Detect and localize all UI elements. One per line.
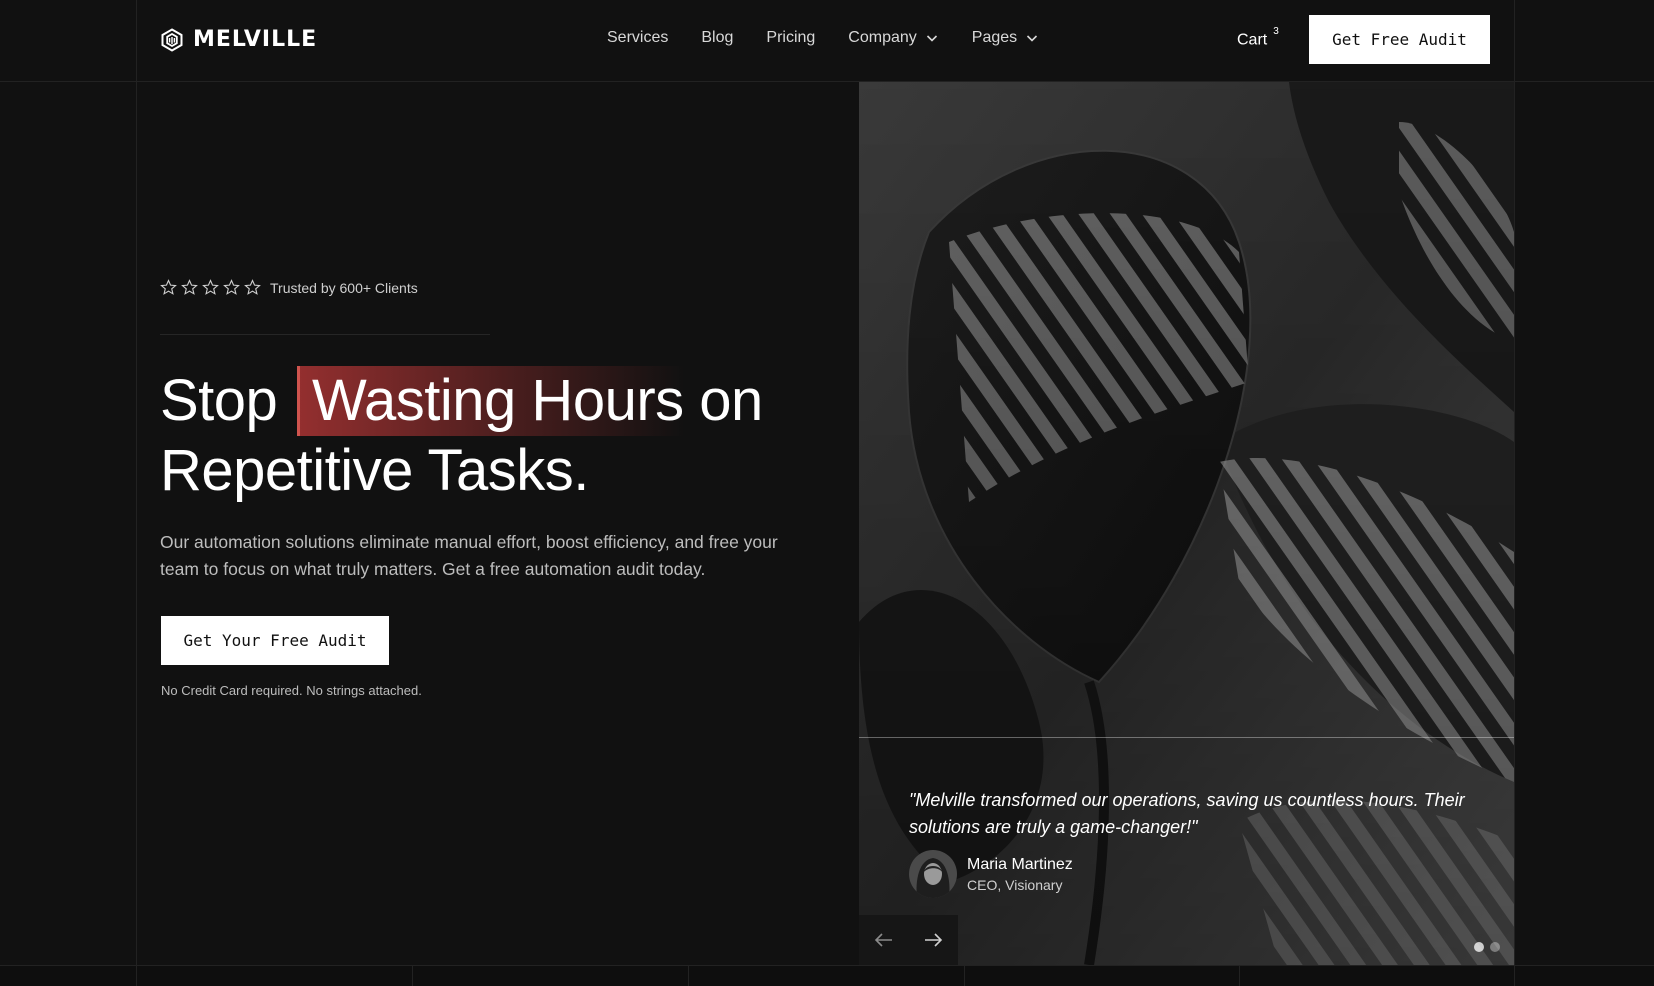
site-header: MELVILLE Services Blog Pricing Company P…	[136, 0, 1514, 81]
nav-item-label: Services	[607, 29, 669, 46]
get-free-audit-button[interactable]: Get Free Audit	[1309, 15, 1490, 64]
nav-item-blog[interactable]: Blog	[701, 29, 733, 47]
carousel-prev-button[interactable]	[859, 915, 909, 965]
nav-item-pages[interactable]: Pages	[972, 29, 1039, 47]
carousel-next-button[interactable]	[909, 915, 959, 965]
carousel-dot[interactable]	[1474, 942, 1484, 952]
nav-item-label: Blog	[701, 29, 734, 46]
testimonial-author: Maria Martinez CEO, Visionary	[909, 850, 1073, 898]
hero-subtext: Our automation solutions eliminate manua…	[160, 532, 778, 579]
main-nav: Services Blog Pricing Company Pages	[607, 29, 1039, 47]
footer-strip-divider	[136, 966, 137, 986]
footer-strip-divider	[688, 966, 689, 986]
nav-item-label: Company	[848, 29, 917, 46]
star-icon	[160, 279, 177, 295]
hero-headline: Stop Wasting Hours on Repetitive Tasks.	[160, 366, 820, 506]
cart-label: Cart	[1237, 31, 1268, 49]
hero-note: No Credit Card required. No strings atta…	[161, 683, 422, 698]
cart-link[interactable]: Cart 3	[1237, 26, 1279, 49]
author-name: Maria Martinez	[967, 855, 1073, 873]
chevron-down-icon	[1027, 35, 1038, 42]
nav-item-pricing[interactable]: Pricing	[766, 29, 815, 47]
nav-item-services[interactable]: Services	[607, 29, 668, 47]
avatar	[909, 850, 957, 898]
carousel-controls	[859, 915, 958, 965]
footer-strip-divider	[1239, 966, 1240, 986]
frame-line-left	[136, 0, 137, 966]
hexagon-cube-icon	[161, 27, 183, 52]
star-icon	[223, 279, 240, 295]
trust-rating: Trusted by 600+ Clients	[160, 279, 418, 296]
nav-item-company[interactable]: Company	[848, 29, 938, 47]
nav-item-label: Pages	[971, 29, 1018, 46]
hero-image-panel: "Melville transformed our operations, sa…	[859, 82, 1514, 965]
headline-part1: Stop	[160, 368, 278, 433]
nav-item-label: Pricing	[766, 29, 816, 46]
star-icon	[244, 279, 261, 295]
footer-strip-divider	[412, 966, 413, 986]
carousel-dots	[1474, 942, 1500, 952]
frame-line-right	[1514, 0, 1515, 966]
testimonial-quote: "Melville transformed our operations, sa…	[909, 790, 1465, 837]
chevron-down-icon	[926, 35, 937, 42]
hero-divider	[160, 334, 490, 335]
arrow-right-icon	[925, 933, 943, 947]
footer-strip	[0, 966, 1654, 986]
headline-highlight: Wasting Hours	[296, 366, 684, 436]
brand-name: MELVILLE	[193, 27, 318, 52]
rating-text: Trusted by 600+ Clients	[270, 279, 418, 296]
footer-strip-divider	[1514, 966, 1515, 986]
brand-logo[interactable]: MELVILLE	[160, 27, 317, 52]
headline-part2: on	[699, 368, 763, 433]
get-your-free-audit-button[interactable]: Get Your Free Audit	[161, 616, 389, 665]
star-rating	[160, 279, 261, 296]
headline-line2: Repetitive Tasks.	[160, 438, 589, 503]
cart-count-badge: 3	[1273, 26, 1279, 37]
footer-strip-divider	[964, 966, 965, 986]
arrow-left-icon	[874, 933, 892, 947]
carousel-dot[interactable]	[1490, 942, 1500, 952]
star-icon	[202, 279, 219, 295]
star-icon	[181, 279, 198, 295]
testimonial-divider	[859, 737, 1514, 738]
author-role: CEO, Visionary	[967, 876, 1063, 893]
author-info: Maria Martinez CEO, Visionary	[967, 856, 1073, 893]
avatar-portrait	[909, 850, 957, 898]
